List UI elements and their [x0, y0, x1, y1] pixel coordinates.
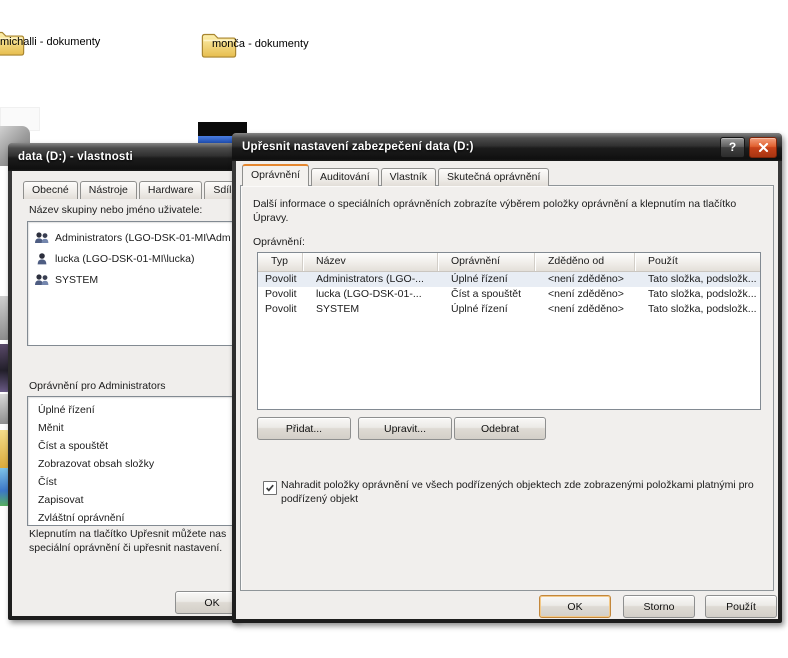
advanced-security-dialog: Upřesnit nastavení zabezpečení data (D:)…	[232, 133, 782, 623]
permission-item[interactable]: Zobrazovat obsah složky	[28, 455, 234, 473]
advanced-hint-line2: speciální oprávnění či upřesnit nastaven…	[29, 542, 223, 554]
group-icon	[35, 273, 49, 285]
help-glyph: ?	[728, 140, 737, 154]
tab-opravneni[interactable]: Oprávnění	[242, 164, 310, 186]
permission-item[interactable]: Zapisovat	[28, 491, 234, 509]
advanced-dialog-tabs: Oprávnění Auditování Vlastník Skutečná o…	[242, 164, 551, 186]
list-item[interactable]: SYSTEM	[28, 269, 234, 290]
advanced-hint-line1: Klepnutím na tlačítko Upřesnit můžete na…	[29, 528, 227, 540]
properties-dialog: data (D:) - vlastnosti Obecné Nástroje H…	[8, 143, 238, 620]
group-icon	[35, 231, 49, 243]
edit-button[interactable]: Upravit...	[358, 417, 452, 440]
cell-typ: Povolit	[265, 288, 297, 300]
properties-dialog-tabs: Obecné Nástroje Hardware Sdílení	[23, 178, 234, 199]
properties-dialog-titlebar[interactable]: data (D:) - vlastnosti	[8, 143, 238, 171]
checkmark-icon	[266, 484, 274, 492]
replace-permissions-label[interactable]: Nahradit položky oprávnění ve všech podř…	[281, 478, 767, 506]
tab-nastroje[interactable]: Nástroje	[79, 181, 137, 199]
permission-item[interactable]: Měnit	[28, 419, 234, 437]
add-button[interactable]: Přidat...	[257, 417, 351, 440]
desktop-folder-label[interactable]: michalli - dokumenty	[0, 36, 100, 48]
user-name: lucka (LGO-DSK-01-MI\lucka)	[55, 252, 195, 265]
advanced-dialog-body: Oprávnění Auditování Vlastník Skutečná o…	[236, 161, 778, 619]
group-or-user-label: Název skupiny nebo jméno uživatele:	[29, 204, 203, 216]
cell-zdedeno: <není zděděno>	[548, 303, 624, 315]
permissions-tab-panel: Další informace o speciálních oprávněníc…	[240, 185, 774, 591]
desktop-folder-michalli[interactable]: michalli - dokumenty	[0, 26, 100, 58]
replace-permissions-checkbox[interactable]	[263, 481, 277, 495]
user-icon	[37, 252, 47, 264]
desktop-folder-label[interactable]: monča - dokumenty	[212, 38, 309, 50]
cell-opravneni: Úplné řízení	[451, 273, 508, 285]
column-header-opravneni[interactable]: Oprávnění	[438, 253, 535, 271]
tab-sdileni[interactable]: Sdílení	[204, 181, 234, 199]
desktop-folder-monca[interactable]: monča - dokumenty	[200, 28, 309, 60]
table-row[interactable]: Povolit Administrators (LGO-... Úplné ří…	[258, 272, 760, 287]
cell-opravneni: Úplné řízení	[451, 303, 508, 315]
permission-item[interactable]: Číst	[28, 473, 234, 491]
permissions-list-label: Oprávnění:	[253, 236, 305, 248]
close-icon	[758, 142, 768, 152]
desktop: michalli - dokumenty monča - dokumenty d…	[0, 0, 788, 658]
cell-zdedeno: <není zděděno>	[548, 288, 624, 300]
permission-item[interactable]: Úplné řízení	[28, 401, 234, 419]
cell-pouzit: Tato složka, podsložk...	[648, 303, 757, 315]
cell-zdedeno: <není zděděno>	[548, 273, 624, 285]
properties-dialog-body: Obecné Nástroje Hardware Sdílení Název s…	[12, 171, 234, 616]
help-button[interactable]: ?	[720, 136, 745, 158]
column-header-pouzit[interactable]: Použít	[635, 253, 760, 271]
description-text: Další informace o speciálních oprávněníc…	[253, 198, 737, 224]
permission-entries-table[interactable]: Typ Název Oprávnění Zděděno od Použít Po…	[257, 252, 761, 410]
column-header-nazev[interactable]: Název	[303, 253, 438, 271]
permission-item[interactable]: Číst a spouštět	[28, 437, 234, 455]
users-list[interactable]: Administrators (LGO-DSK-01-MI\Adm lucka …	[27, 221, 234, 346]
tab-vlastnik[interactable]: Vlastník	[380, 168, 437, 186]
advanced-dialog-title: Upřesnit nastavení zabezpečení data (D:)	[242, 141, 474, 153]
table-row[interactable]: Povolit SYSTEM Úplné řízení <není zděděn…	[258, 302, 760, 317]
properties-dialog-title: data (D:) - vlastnosti	[18, 151, 133, 163]
table-row[interactable]: Povolit lucka (LGO-DSK-01-... Číst a spo…	[258, 287, 760, 302]
permission-item[interactable]: Zvláštní oprávnění	[28, 509, 234, 527]
list-item[interactable]: Administrators (LGO-DSK-01-MI\Adm	[28, 227, 234, 248]
cell-nazev: SYSTEM	[316, 303, 360, 315]
column-header-zdedeno[interactable]: Zděděno od	[535, 253, 635, 271]
user-name: Administrators (LGO-DSK-01-MI\Adm	[55, 231, 231, 244]
ok-button[interactable]: OK	[175, 591, 234, 614]
cell-nazev: Administrators (LGO-...	[316, 273, 424, 285]
cell-pouzit: Tato složka, podsložk...	[648, 273, 757, 285]
user-name: SYSTEM	[55, 273, 99, 286]
remove-button[interactable]: Odebrat	[454, 417, 546, 440]
permissions-list[interactable]: Úplné řízení Měnit Číst a spouštět Zobra…	[27, 396, 234, 526]
tab-auditovani[interactable]: Auditování	[311, 168, 379, 186]
tab-obecne[interactable]: Obecné	[23, 181, 78, 199]
ok-button[interactable]: OK	[539, 595, 611, 618]
permissions-for-label: Oprávnění pro Administrators	[29, 380, 166, 392]
list-item[interactable]: lucka (LGO-DSK-01-MI\lucka)	[28, 248, 234, 269]
close-button[interactable]	[749, 136, 777, 158]
apply-button[interactable]: Použít	[705, 595, 777, 618]
cell-opravneni: Číst a spouštět	[451, 288, 522, 300]
cell-typ: Povolit	[265, 273, 297, 285]
cell-nazev: lucka (LGO-DSK-01-...	[316, 288, 422, 300]
cell-typ: Povolit	[265, 303, 297, 315]
advanced-dialog-titlebar[interactable]: Upřesnit nastavení zabezpečení data (D:)…	[232, 133, 782, 161]
column-header-typ[interactable]: Typ	[258, 253, 303, 271]
cancel-button[interactable]: Storno	[623, 595, 695, 618]
tab-skutecna-opravneni[interactable]: Skutečná oprávnění	[438, 168, 550, 186]
table-header: Typ Název Oprávnění Zděděno od Použít	[258, 253, 760, 272]
cell-pouzit: Tato složka, podsložk...	[648, 288, 757, 300]
tab-hardware[interactable]: Hardware	[138, 181, 203, 199]
